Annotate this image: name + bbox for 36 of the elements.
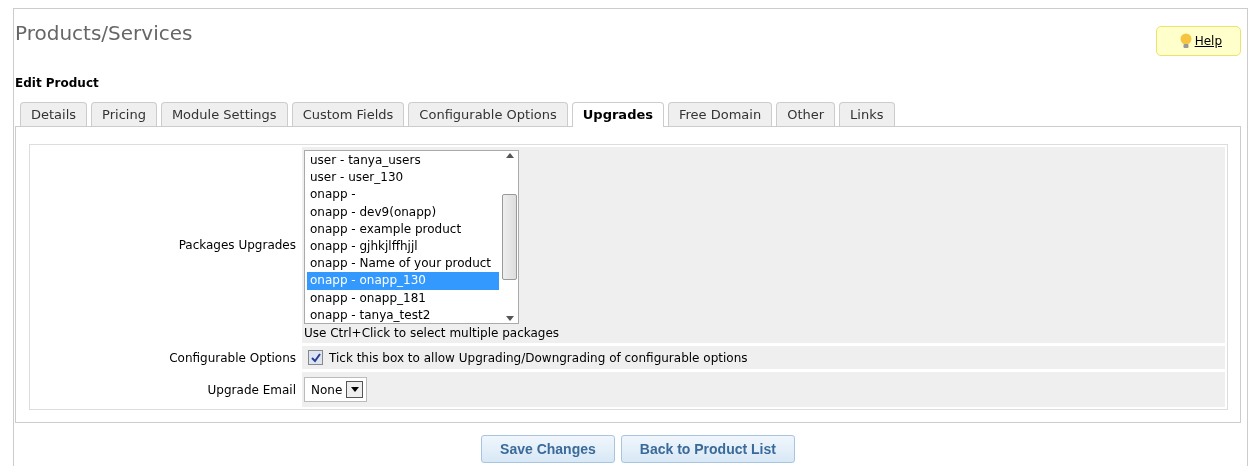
packages-listbox[interactable]: user - tanya_users user - user_130 onapp - onapp - dev9(onapp) onapp - example product onapp - gjhkjlffhjjl onapp - Name of your product onapp - onapp_130 onapp - onapp_181 onapp - tanya_test2 (304, 150, 519, 324)
tab[interactable]: Free Domain (668, 102, 773, 126)
field-label: Packages Upgrades (178, 238, 296, 252)
list-option[interactable]: onapp - (307, 186, 499, 204)
section-title: Edit Product (15, 76, 100, 90)
field-label: Configurable Options (169, 350, 296, 365)
list-option[interactable]: onapp - tanya_test2 (307, 306, 499, 324)
page-title: Products/Services (15, 21, 193, 45)
list-option[interactable]: onapp - Name of your product (307, 255, 499, 273)
dropdown-arrow-icon (350, 387, 359, 392)
hint-text: Use Ctrl+Click to select multiple packages (304, 326, 561, 340)
tab[interactable]: Other (776, 102, 836, 126)
action-button[interactable]: Back to Product List (620, 435, 795, 463)
list-option[interactable]: onapp - example product (307, 220, 499, 238)
checkbox[interactable] (308, 350, 323, 365)
scroll-up-icon[interactable] (505, 153, 514, 158)
list-option[interactable]: user - user_130 (307, 169, 499, 187)
field-label: Upgrade Email (207, 382, 296, 397)
action-button[interactable]: Save Changes (481, 435, 615, 463)
tab[interactable]: Details (20, 102, 88, 126)
tab[interactable]: Custom Fields (291, 102, 405, 126)
tab[interactable]: Links (839, 102, 895, 126)
list-option[interactable]: onapp - onapp_181 (307, 289, 499, 307)
help-link[interactable]: Help (1155, 26, 1241, 56)
email-dropdown[interactable]: None (304, 377, 368, 402)
tab[interactable]: Upgrades (571, 102, 664, 127)
scrollbar[interactable] (501, 151, 518, 323)
scroll-down-icon[interactable] (505, 316, 514, 321)
list-option[interactable]: user - tanya_users (307, 152, 499, 170)
tab[interactable]: Module Settings (160, 102, 288, 126)
checkbox-label: Tick this box to allow Upgrading/Downgrading of configurable options (329, 350, 748, 365)
lightbulb-icon (1178, 33, 1193, 49)
tab[interactable]: Configurable Options (408, 102, 568, 126)
tab[interactable]: Pricing (91, 102, 157, 126)
list-option[interactable]: onapp - dev9(onapp) (307, 203, 499, 221)
list-option[interactable]: onapp - gjhkjlffhjjl (307, 237, 499, 256)
